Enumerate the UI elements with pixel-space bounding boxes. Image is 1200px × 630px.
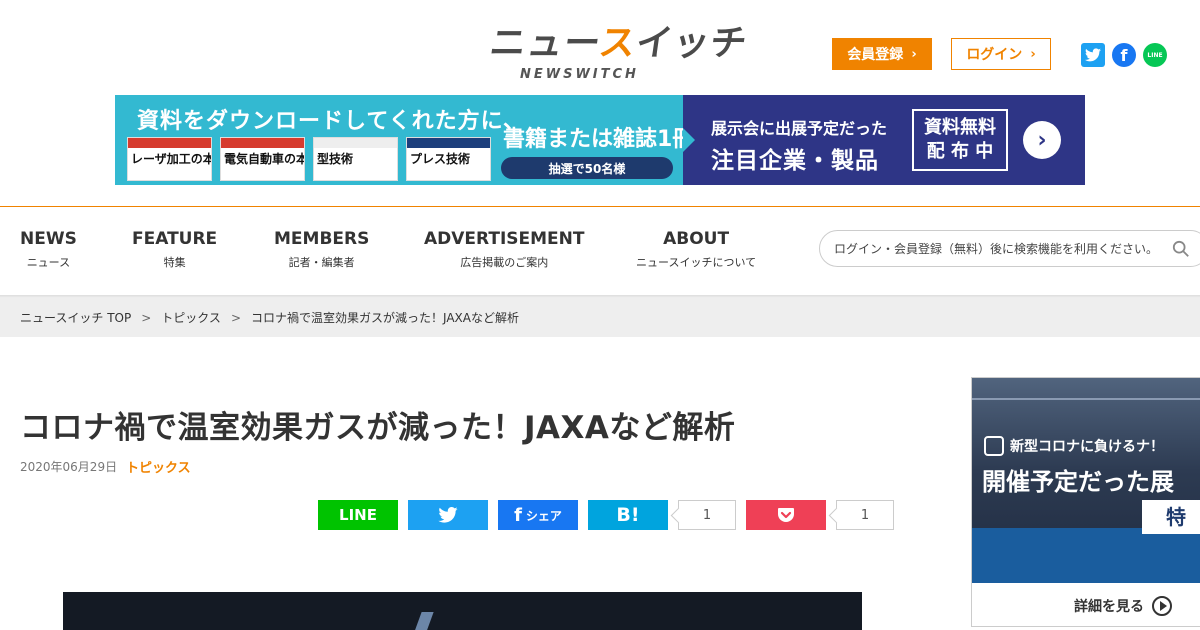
banner-exhibitors-line1: 展示会に出展予定だった bbox=[711, 119, 888, 138]
chevron-right-icon[interactable]: › bbox=[1023, 121, 1061, 159]
banner-exhibitors: 展示会に出展予定だった 注目企業・製品 資料無料 配 布 中 › bbox=[683, 95, 1085, 185]
nav-item-about[interactable]: ABOUT ニュースイッチについて bbox=[636, 229, 756, 270]
book-cover: プレス技術 bbox=[406, 137, 491, 181]
side-ad-line2: 開催予定だった展 bbox=[982, 468, 1174, 496]
breadcrumb-separator: > bbox=[230, 310, 241, 325]
side-ad-photo: 新型コロナに負けるナ！ 開催予定だった展 特 bbox=[972, 378, 1200, 583]
share-facebook-label: シェア bbox=[525, 508, 562, 523]
site-logo[interactable]: ニュースイッチ NEWSWITCH bbox=[487, 23, 750, 82]
breadcrumb-home[interactable]: ニュースイッチ TOP bbox=[20, 309, 131, 326]
chevron-right-icon: › bbox=[911, 46, 917, 62]
login-button[interactable]: ログイン › bbox=[951, 38, 1051, 70]
search-icon[interactable] bbox=[1172, 240, 1190, 258]
share-twitter-button[interactable] bbox=[408, 500, 488, 530]
twitter-icon bbox=[438, 507, 458, 523]
nav-item-news[interactable]: NEWS ニュース bbox=[20, 229, 77, 270]
share-hatena-button[interactable]: B! bbox=[588, 500, 668, 530]
banner-book-campaign: 資料をダウンロードしてくれた方に、 レーザ加工の本 電気自動車の本 型技術 プレ… bbox=[115, 95, 804, 185]
banner-pointer-shape bbox=[683, 128, 695, 152]
nav-item-members[interactable]: MEMBERS 記者・編集者 bbox=[274, 229, 369, 270]
article-hero-image bbox=[63, 592, 862, 630]
breadcrumb: ニュースイッチ TOP > トピックス > コロナ禍で温室効果ガスが減った！JA… bbox=[0, 298, 1200, 337]
banner-campaign-title: 資料をダウンロードしてくれた方に、 bbox=[137, 109, 527, 134]
hatena-count: 1 bbox=[678, 500, 736, 530]
banner-gift-sub: 抽選で50名様 bbox=[501, 157, 673, 179]
breadcrumb-separator: > bbox=[141, 310, 152, 325]
login-button-label: ログイン bbox=[966, 47, 1023, 63]
search-input[interactable] bbox=[834, 241, 1164, 256]
book-cover: 電気自動車の本 bbox=[220, 137, 305, 181]
promo-banner[interactable]: 資料をダウンロードしてくれた方に、 レーザ加工の本 電気自動車の本 型技術 プレ… bbox=[115, 95, 1085, 185]
post-category-link[interactable]: トピックス bbox=[126, 457, 191, 476]
post-date: 2020年06月29日 bbox=[20, 460, 118, 474]
main-nav: NEWS ニュース FEATURE 特集 MEMBERS 記者・編集者 ADVE… bbox=[0, 207, 1200, 295]
book-cover: レーザ加工の本 bbox=[127, 137, 212, 181]
page-title: コロナ禍で温室効果ガスが減った！JAXAなど解析 bbox=[20, 410, 736, 446]
book-cover: 型技術 bbox=[313, 137, 398, 181]
facebook-icon: f bbox=[514, 504, 522, 526]
facebook-icon[interactable]: f bbox=[1112, 43, 1136, 67]
logo-wordmark: ニュースイッチ bbox=[487, 23, 751, 64]
share-line-button[interactable]: LINE bbox=[318, 500, 398, 530]
banner-exhibitors-line2: 注目企業・製品 bbox=[711, 148, 879, 174]
nav-item-feature[interactable]: FEATURE 特集 bbox=[132, 229, 217, 270]
nav-item-advertisement[interactable]: ADVERTISEMENT 広告掲載のご案内 bbox=[424, 229, 585, 270]
search-box bbox=[819, 230, 1200, 267]
side-ad[interactable]: 新型コロナに負けるナ！ 開催予定だった展 特 詳細を見る bbox=[971, 377, 1200, 627]
register-button-label: 会員登録 bbox=[847, 47, 904, 63]
chevron-right-icon: › bbox=[1030, 46, 1036, 62]
side-ad-line1: 新型コロナに負けるナ！ bbox=[1010, 439, 1164, 455]
share-facebook-button[interactable]: f シェア bbox=[498, 500, 578, 530]
banner-free-docs-badge: 資料無料 配 布 中 bbox=[912, 109, 1008, 171]
line-icon[interactable]: LINE bbox=[1143, 43, 1167, 67]
fist-icon bbox=[984, 436, 1004, 456]
breadcrumb-category[interactable]: トピックス bbox=[161, 309, 221, 326]
side-ad-badge: 特 bbox=[1142, 500, 1200, 534]
twitter-icon[interactable] bbox=[1081, 43, 1105, 67]
register-button[interactable]: 会員登録 › bbox=[832, 38, 932, 70]
banner-book-covers: レーザ加工の本 電気自動車の本 型技術 プレス技術 bbox=[127, 137, 491, 181]
play-icon bbox=[1152, 595, 1172, 616]
breadcrumb-current: コロナ禍で温室効果ガスが減った！JAXAなど解析 bbox=[251, 311, 519, 325]
logo-subtitle: NEWSWITCH bbox=[520, 67, 639, 82]
side-ad-more-link[interactable]: 詳細を見る bbox=[972, 583, 1200, 626]
side-ad-more-label: 詳細を見る bbox=[1074, 598, 1144, 615]
pocket-count: 1 bbox=[836, 500, 894, 530]
pocket-icon bbox=[778, 508, 794, 522]
share-pocket-button[interactable] bbox=[746, 500, 826, 530]
